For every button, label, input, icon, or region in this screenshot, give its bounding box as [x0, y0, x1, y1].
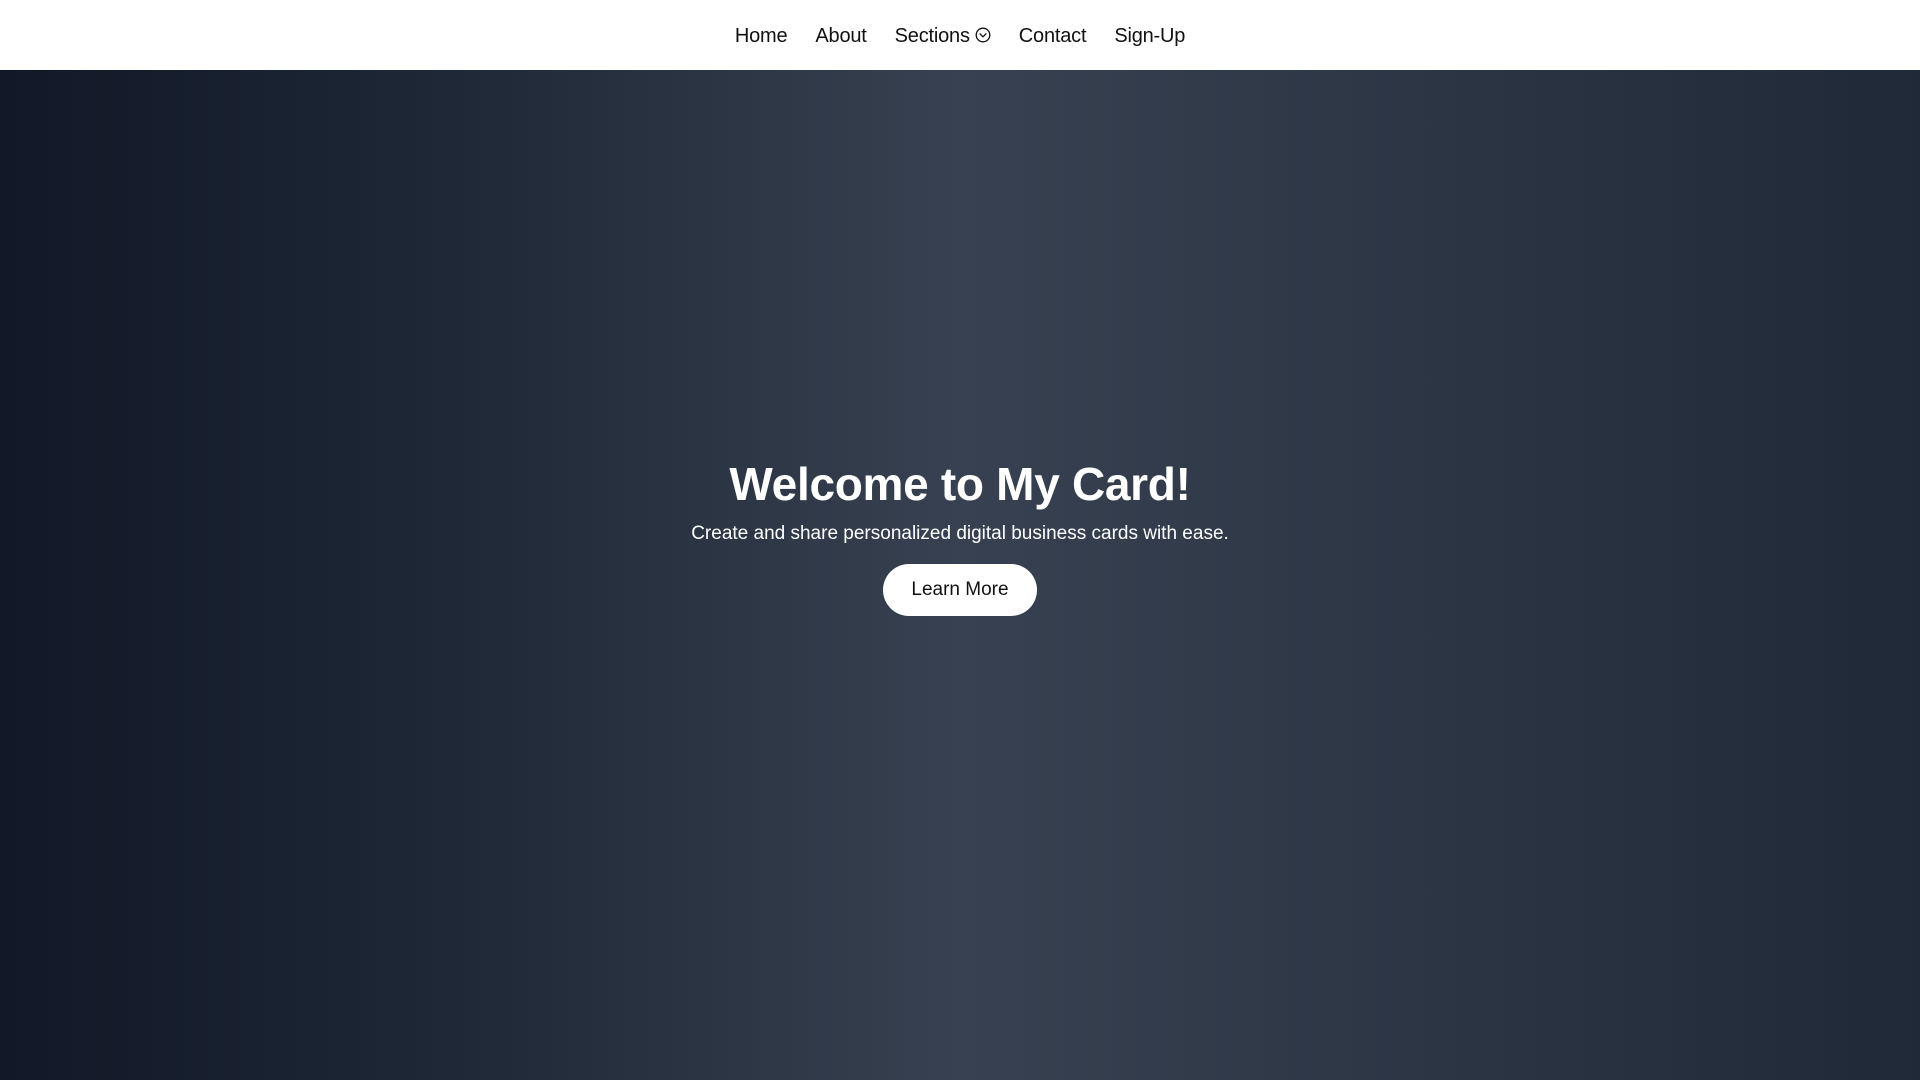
- nav-link-home[interactable]: Home: [735, 25, 788, 48]
- nav-link-contact[interactable]: Contact: [1019, 25, 1087, 48]
- nav-dropdown-sections-label: Sections: [894, 24, 970, 47]
- hero-content: Welcome to My Card! Create and share per…: [691, 456, 1229, 616]
- nav-link-sign-up-label: Sign-Up: [1114, 24, 1186, 47]
- chevron-down-circle-icon: [975, 27, 991, 43]
- hero-section: Welcome to My Card! Create and share per…: [0, 70, 1920, 1080]
- nav-link-sign-up[interactable]: Sign-Up: [1114, 25, 1185, 48]
- hero-subtitle: Create and share personalized digital bu…: [691, 523, 1229, 544]
- nav-list: Home About Sections Contact Sign-Up: [735, 25, 1186, 48]
- hero-title: Welcome to My Card!: [729, 458, 1191, 510]
- learn-more-button[interactable]: Learn More: [883, 564, 1037, 616]
- nav-link-about[interactable]: About: [815, 25, 866, 48]
- top-navbar: Home About Sections Contact Sign-Up: [0, 0, 1920, 70]
- nav-link-home-label: Home: [734, 24, 788, 47]
- nav-dropdown-sections[interactable]: Sections: [895, 25, 991, 48]
- nav-link-contact-label: Contact: [1018, 24, 1087, 47]
- nav-link-about-label: About: [815, 24, 867, 47]
